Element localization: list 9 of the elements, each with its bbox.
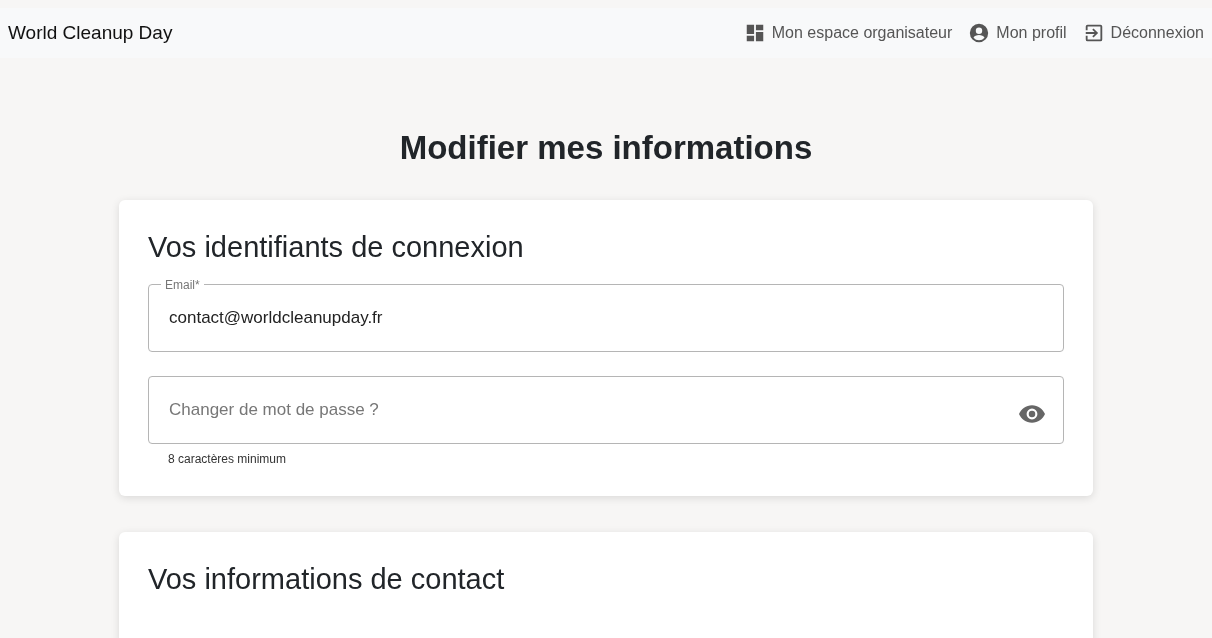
nav-link[interactable]: Déconnexion (1082, 21, 1204, 45)
nav-link[interactable]: Mon espace organisateur (743, 21, 953, 45)
section-title: Vos identifiants de connexion (148, 229, 525, 265)
nav-link[interactable]: Mon profil (968, 21, 1067, 45)
page-title: Modifier mes informations (398, 128, 814, 168)
account-icon (968, 22, 991, 44)
helper-text: 8 caractères minimum (168, 451, 288, 469)
section-title: Vos informations de contact (148, 562, 506, 598)
brand-title[interactable]: World Cleanup Day (8, 18, 173, 48)
